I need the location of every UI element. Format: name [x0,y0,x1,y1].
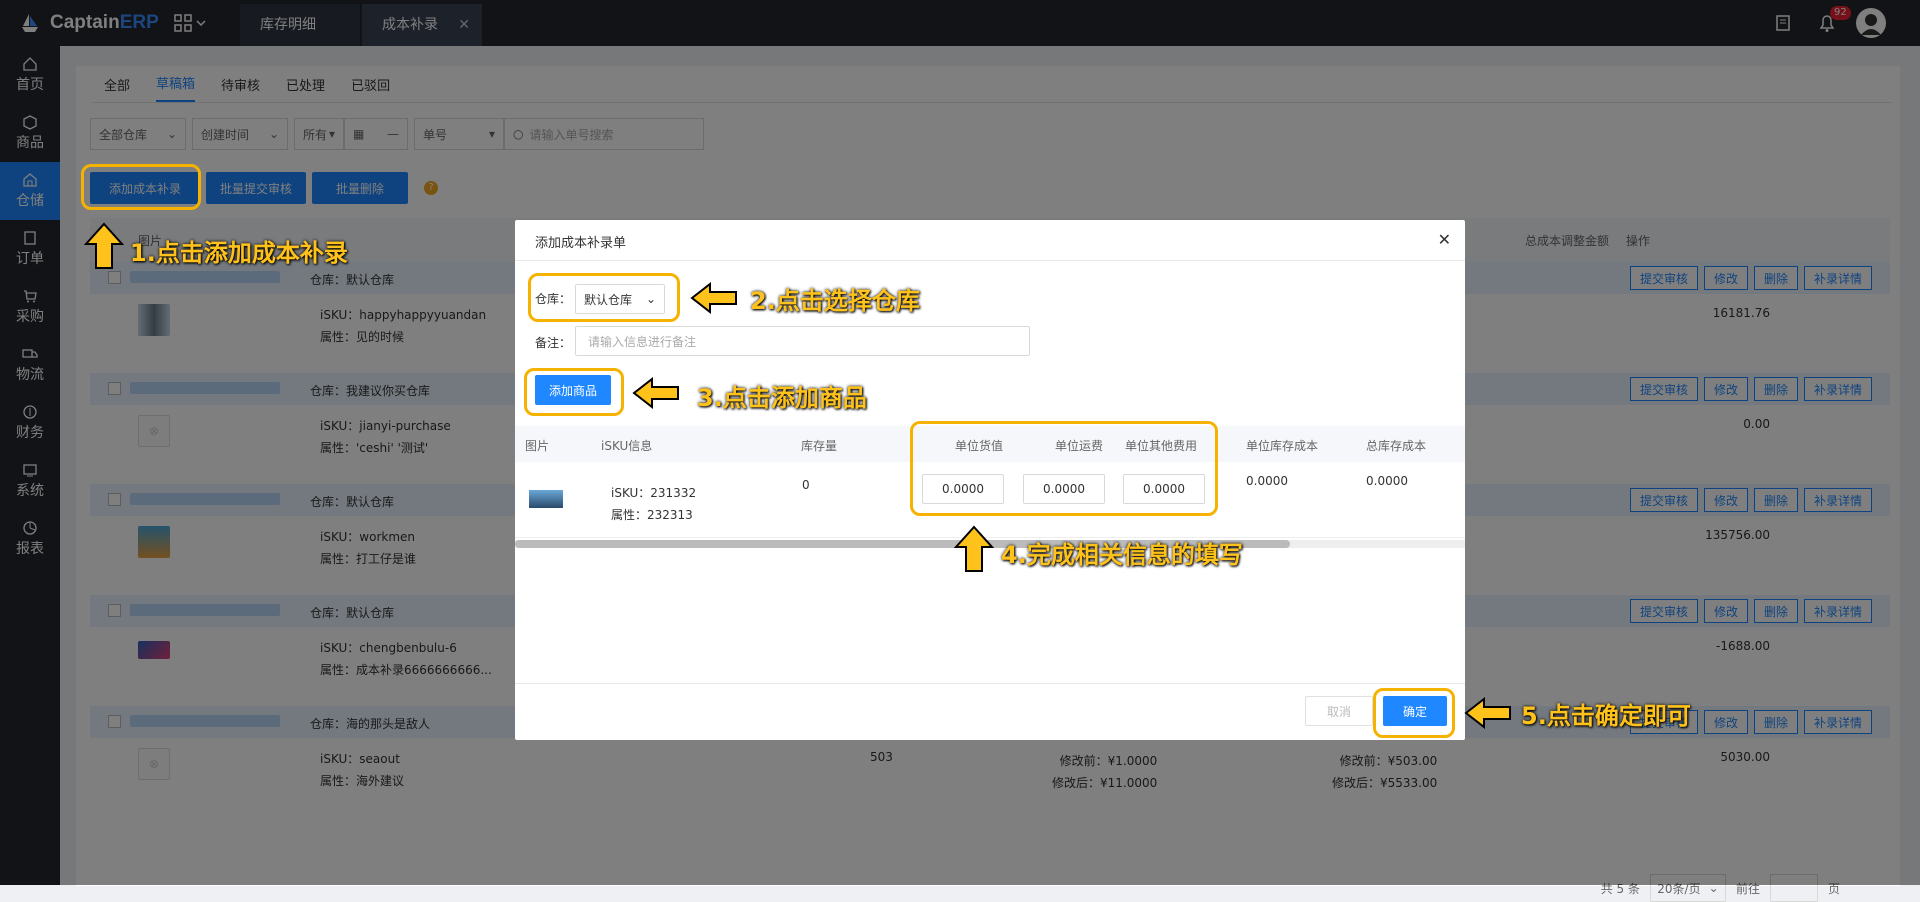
arrow-left-icon [1464,697,1511,729]
callout-step-1: 1.点击添加成本补录 [130,239,348,267]
highlight-warehouse-select [528,273,680,322]
arrow-left-icon [690,282,737,314]
highlight-confirm [1373,688,1455,738]
dialog-divider [515,260,1465,261]
col-unit-cost: 单位库存成本 [1246,439,1319,453]
dialog-title: 添加成本补录单 [535,236,627,251]
arrow-up-icon [84,222,124,269]
arrow-up-icon [954,525,994,572]
remark-label: 备注： [535,336,572,350]
unit-cost-value: 0.0000 [1246,474,1288,488]
highlight-add-goods [524,368,624,416]
arrow-left-icon [632,377,679,409]
attr-text: 属性：232313 [611,508,693,522]
callout-step-5: 5.点击确定即可 [1521,702,1691,730]
callout-step-2: 2.点击选择仓库 [750,287,920,315]
dialog-footer-divider [515,683,1465,684]
highlight-add-button [81,164,201,210]
sku-text: iSKU：231332 [611,486,697,500]
highlight-cost-inputs [910,421,1218,516]
stock-value: 0 [802,478,810,492]
product-image [529,490,563,508]
col-sku: iSKU信息 [601,439,653,453]
col-total-cost: 总库存成本 [1366,439,1427,453]
cancel-button[interactable]: 取消 [1305,696,1373,726]
total-cost-value: 0.0000 [1366,474,1408,488]
col-image: 图片 [525,439,550,453]
remark-placeholder: 请输入信息进行备注 [588,334,697,349]
close-icon[interactable]: ✕ [1438,230,1451,249]
remark-input[interactable]: 请输入信息进行备注 [575,326,1030,356]
col-stock: 库存量 [801,439,838,453]
callout-step-3: 3.点击添加商品 [697,384,867,412]
callout-step-4: 4.完成相关信息的填写 [1001,541,1243,569]
